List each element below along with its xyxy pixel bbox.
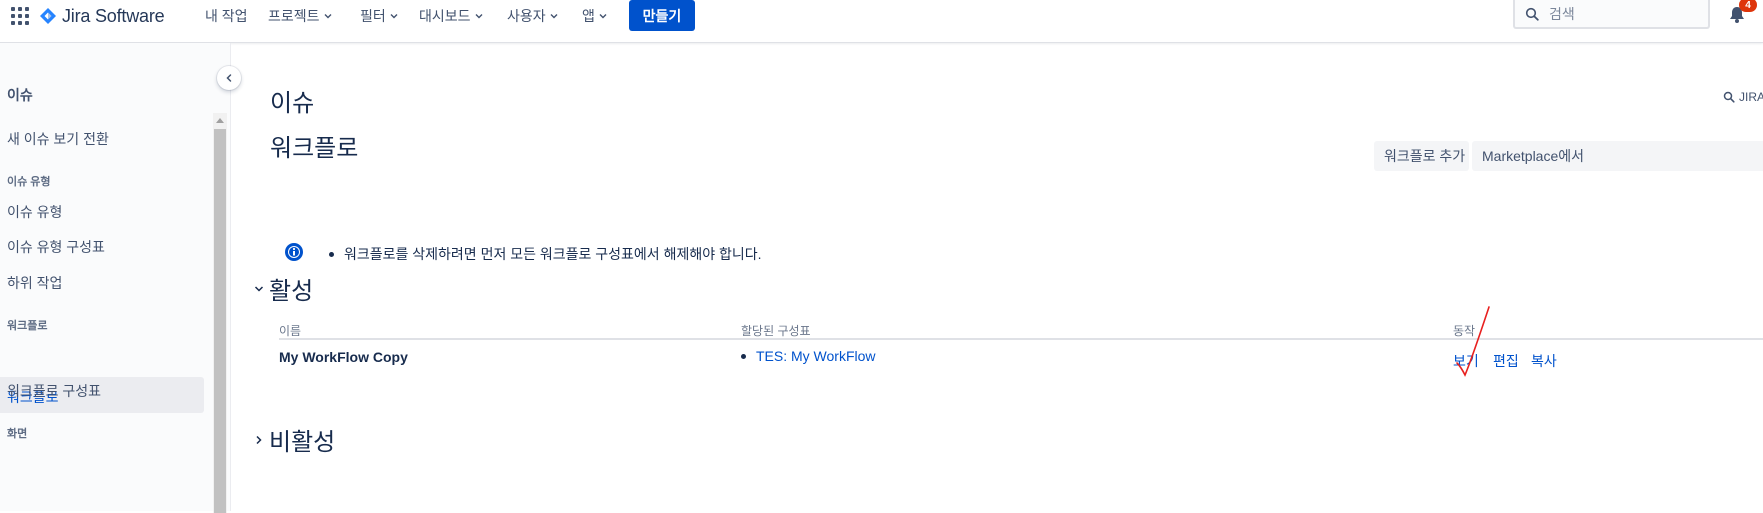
jira-logo[interactable]: Jira Software (40, 5, 165, 27)
top-navigation: Jira Software 내 작업 프로젝트 필터 대시보드 사용자 앱 만들… (0, 0, 1763, 43)
chevron-down-icon (475, 14, 483, 19)
add-workflow-button[interactable]: 워크플로 추가 (1374, 141, 1469, 171)
info-icon (285, 243, 303, 261)
search-box[interactable] (1513, 0, 1710, 29)
sidebar-item-toggle-new-view[interactable]: 새 이슈 보기 전환 (7, 129, 109, 149)
chevron-right-icon (256, 435, 262, 444)
app-switcher-icon[interactable] (11, 7, 29, 25)
nav-dashboards[interactable]: 대시보드 (419, 5, 484, 27)
active-section-title: 활성 (269, 278, 314, 305)
copy-link[interactable]: 복사 (1531, 351, 1557, 371)
nav-my-work[interactable]: 내 작업 (205, 5, 248, 27)
nav-filters[interactable]: 필터 (360, 5, 399, 27)
scroll-up-arrow-icon[interactable] (213, 113, 227, 127)
create-button[interactable]: 만들기 (629, 0, 695, 31)
nav-label: 프로젝트 (268, 8, 320, 24)
nav-label: 내 작업 (205, 8, 248, 24)
sidebar-heading: 이슈 (7, 87, 33, 103)
search-icon (1525, 7, 1539, 21)
nav-label: 사용자 (507, 8, 546, 24)
sidebar-collapse-button[interactable] (217, 66, 241, 90)
edit-link[interactable]: 편집 (1493, 351, 1519, 371)
sidebar-section-screens: 화면 (7, 428, 28, 440)
workflow-name: My WorkFlow Copy (279, 349, 408, 365)
column-header-assigned-schemes: 할당된 구성표 (741, 324, 811, 338)
nav-label: 필터 (360, 8, 386, 24)
notification-badge: 4 (1739, 0, 1757, 12)
info-message: 워크플로를 삭제하려면 먼저 모든 워크플로 구성표에서 해제해야 합니다. (329, 244, 762, 264)
page-title: 이슈 (270, 90, 315, 117)
table-header-divider (279, 338, 1763, 340)
chevron-down-icon (390, 14, 398, 19)
nav-people[interactable]: 사용자 (507, 5, 559, 27)
sidebar-scrollbar[interactable] (213, 113, 227, 513)
main-content: 이슈 워크플로 JIRA 워크플로 추가 Marketplace에서 워크플로를… (231, 43, 1763, 511)
inactive-section-toggle[interactable]: 비활성 (254, 422, 335, 457)
jira-admin-search[interactable]: JIRA (1723, 90, 1763, 104)
nav-label: 앱 (582, 8, 595, 24)
info-message-text: 워크플로를 삭제하려면 먼저 모든 워크플로 구성표에서 해제해야 합니다. (344, 246, 762, 262)
chevron-left-icon (226, 74, 232, 82)
chevron-down-icon (599, 14, 607, 19)
column-header-name: 이름 (279, 324, 302, 338)
assigned-scheme-link[interactable]: TES: My WorkFlow (741, 348, 876, 364)
nav-projects[interactable]: 프로젝트 (268, 5, 333, 27)
logo-text: Jira Software (62, 5, 165, 26)
sidebar-section-workflows: 워크플로 (7, 320, 48, 332)
nav-label: 대시보드 (419, 8, 471, 24)
sidebar-item-issue-type-schemes[interactable]: 이슈 유형 구성표 (7, 237, 105, 257)
chevron-down-icon (324, 14, 332, 19)
scheme-label: TES: My WorkFlow (756, 348, 876, 364)
bullet (329, 251, 334, 257)
sidebar-item-issue-types[interactable]: 이슈 유형 (7, 202, 62, 222)
jira-search-label: JIRA (1739, 90, 1763, 104)
sidebar-item-workflow-schemes[interactable]: 워크플로 구성표 (7, 381, 101, 401)
admin-sidebar: 이슈 새 이슈 보기 전환 이슈 유형 이슈 유형 이슈 유형 구성표 하위 작… (0, 43, 231, 513)
scrollbar-thumb[interactable] (214, 129, 226, 513)
search-icon (1723, 91, 1735, 103)
nav-apps[interactable]: 앱 (582, 5, 608, 27)
chevron-down-icon (550, 14, 558, 19)
section-heading: 워크플로 (270, 135, 359, 162)
chevron-down-icon (254, 285, 264, 292)
sidebar-section-issue-types: 이슈 유형 (7, 176, 51, 188)
marketplace-button[interactable]: Marketplace에서 (1472, 141, 1763, 171)
inactive-section-title: 비활성 (269, 429, 336, 456)
sidebar-item-sub-tasks[interactable]: 하위 작업 (7, 273, 62, 293)
search-input[interactable] (1547, 4, 1701, 23)
jira-diamond-icon (40, 8, 56, 24)
red-checkmark-annotation-icon (1456, 306, 1490, 377)
active-section-toggle[interactable]: 활성 (254, 271, 313, 306)
bullet (741, 353, 746, 359)
